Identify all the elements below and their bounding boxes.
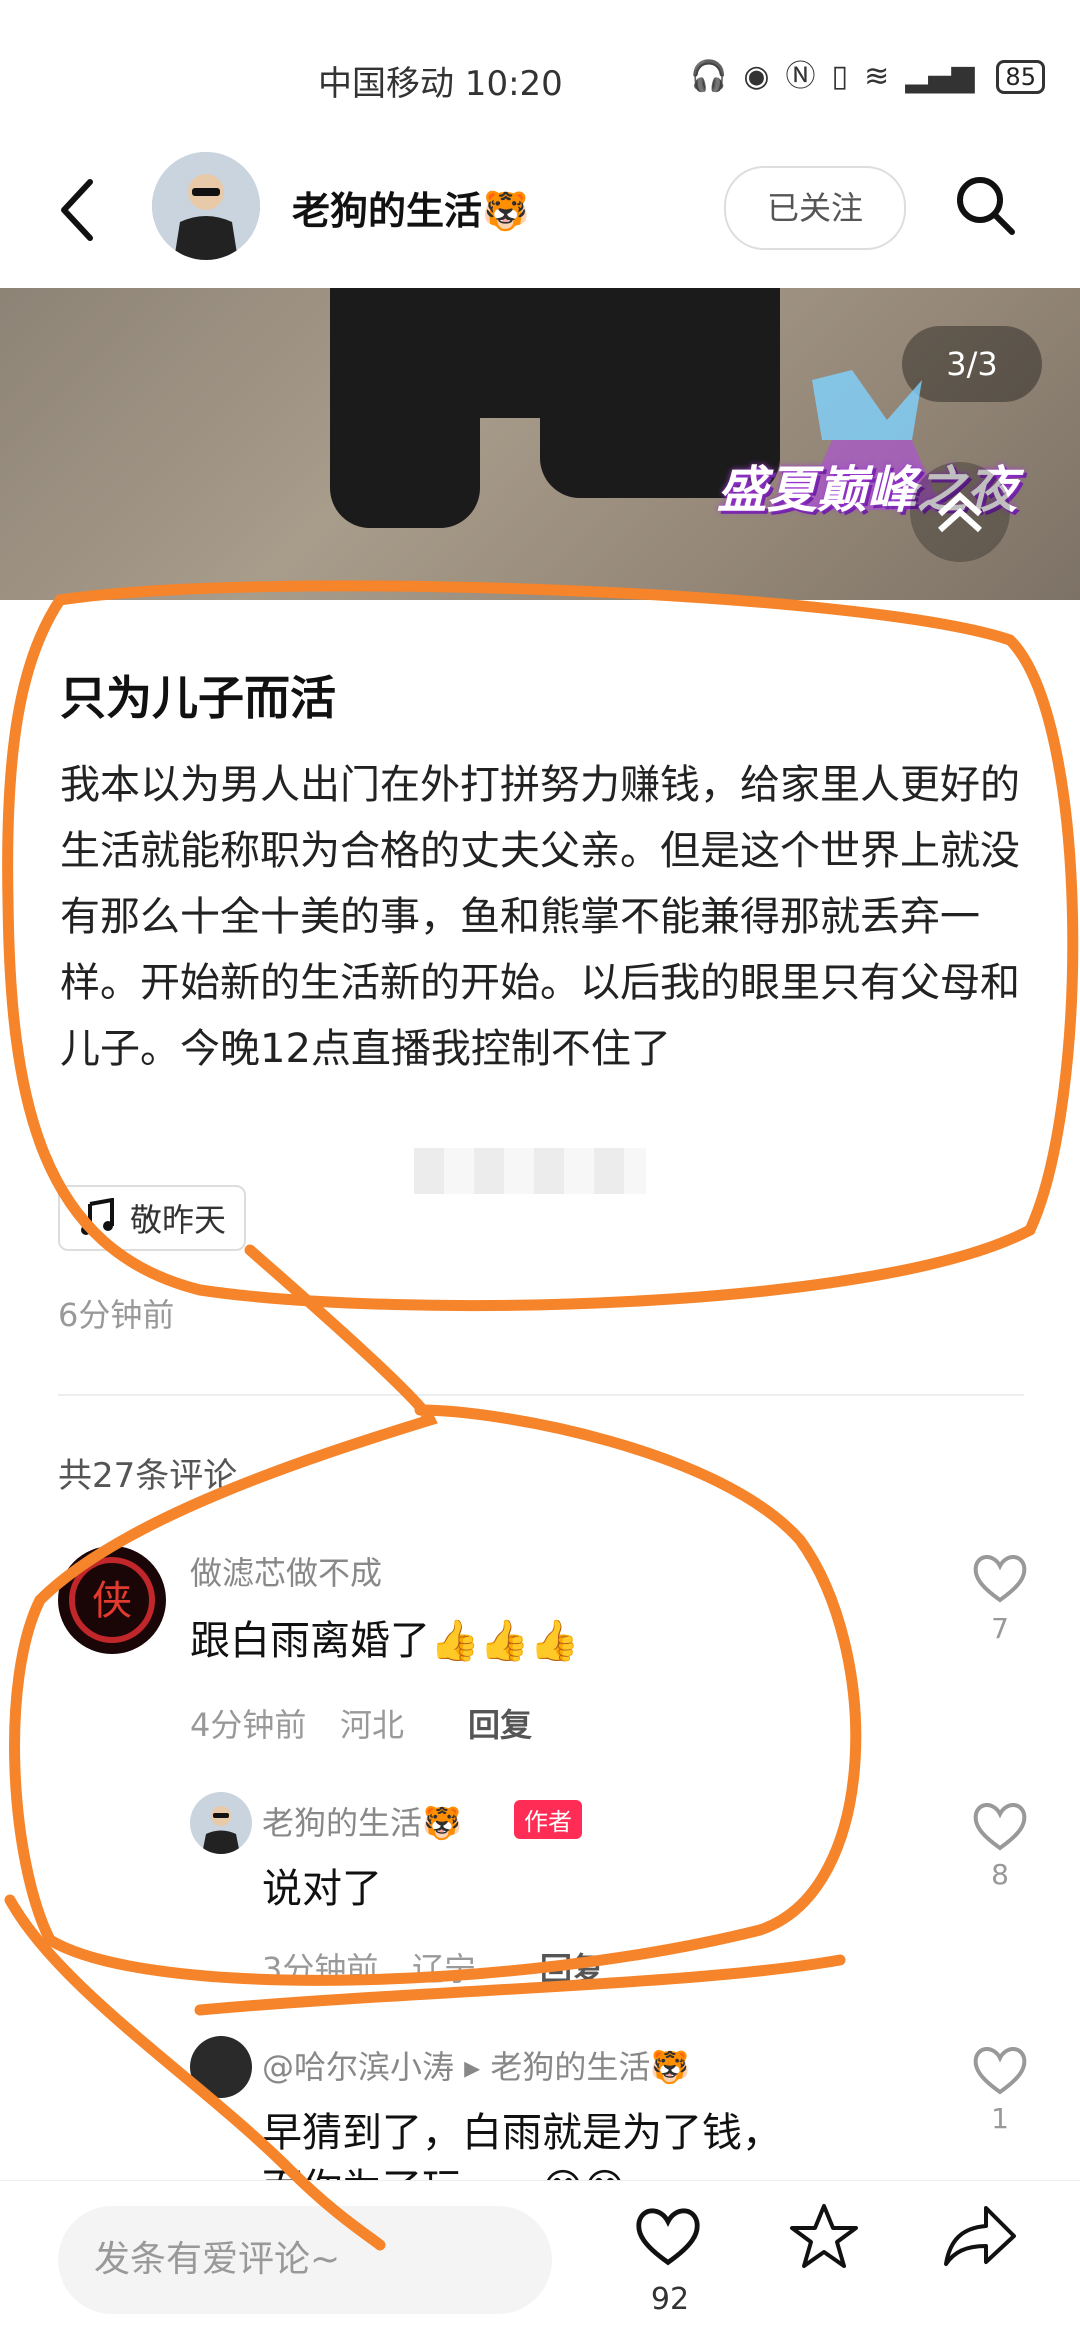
collapse-button[interactable] (910, 462, 1010, 562)
search-button[interactable] (952, 172, 1018, 238)
eye-icon: ◉ (743, 59, 770, 94)
reply-button[interactable]: 回复 (540, 1944, 604, 1990)
back-button[interactable] (50, 170, 110, 250)
vibrate-icon: ▯ (831, 59, 849, 94)
nfc-icon: Ⓝ (785, 59, 816, 94)
comment-avatar[interactable]: 侠 (58, 1546, 166, 1654)
music-note-icon (81, 1198, 114, 1235)
like-count: 92 (650, 2282, 690, 2317)
search-icon (957, 177, 1015, 235)
comment-input[interactable]: 发条有爱评论~ (58, 2206, 552, 2314)
heart-icon (973, 2047, 1027, 2095)
headphones-icon: 🎧 (690, 59, 728, 94)
comment-location: 河北 (340, 1706, 405, 1744)
comment-like-count: 1 (991, 2102, 1009, 2135)
comment-like-button[interactable] (970, 2040, 1030, 2100)
music-tag[interactable]: 敬昨天 (58, 1185, 247, 1251)
author-name[interactable]: 老狗的生活🐯 (292, 180, 529, 235)
reply-avatar[interactable] (190, 1792, 252, 1854)
comment-author[interactable]: 做滤芯做不成 (190, 1548, 382, 1594)
reply-button[interactable]: 回复 (468, 1700, 532, 1746)
author-badge: 作者 (514, 1800, 582, 1839)
divider (58, 1394, 1024, 1396)
author-avatar[interactable] (152, 152, 260, 260)
comment-author[interactable]: @哈尔滨小涛 ▸ 老狗的生活🐯 (262, 2042, 690, 2088)
heart-icon (636, 2208, 700, 2266)
star-icon (790, 2204, 858, 2268)
share-arrow-icon (944, 2206, 1016, 2266)
comment-text: 早猜到了，白雨就是为了钱， (262, 2110, 782, 2156)
signal-icon: ▂▄▆ (905, 59, 975, 94)
comment-like-button[interactable] (970, 1796, 1030, 1856)
heart-icon (973, 1555, 1027, 1603)
reply-avatar[interactable] (190, 2036, 252, 2098)
follow-button[interactable]: 已关注 (724, 166, 906, 250)
music-label: 敬昨天 (130, 1201, 227, 1239)
post-body: 我本以为男人出门在外打拼努力赚钱，给家里人更好的生活就能称职为合格的丈夫父亲。但… (60, 762, 1020, 1072)
post-time: 6分钟前 (58, 1296, 175, 1334)
comment-time: 3分钟前 (262, 1950, 379, 1988)
share-button[interactable] (942, 2200, 1018, 2272)
comment-like-button[interactable] (970, 1548, 1030, 1608)
comment-like-count: 7 (991, 1612, 1009, 1645)
comment-author[interactable]: 老狗的生活🐯 (262, 1798, 462, 1844)
collect-button[interactable] (788, 2200, 860, 2272)
comment-count: 共27条评论 (58, 1456, 238, 1496)
battery-indicator: 85 (996, 60, 1045, 94)
comment-like-count: 8 (991, 1858, 1009, 1891)
heart-icon (973, 1803, 1027, 1851)
comment-time: 4分钟前 (190, 1706, 307, 1744)
comment-text: 说对了 (262, 1866, 382, 1912)
like-button[interactable] (632, 2200, 704, 2272)
carrier-time: 中国移动 10:20 (318, 64, 563, 104)
comment-text: 跟白雨离婚了👍👍👍 (190, 1618, 580, 1664)
chevron-left-icon (61, 179, 93, 241)
wifi-icon: ≋ (864, 59, 890, 94)
comment-location: 辽宁 (412, 1950, 477, 1988)
chevron-up-icon (937, 491, 983, 533)
blurred-text (414, 1148, 646, 1194)
svg-text:侠: 侠 (92, 1578, 132, 1624)
post-title: 只为儿子而活 (60, 671, 336, 725)
status-icons: 🎧 ◉ Ⓝ ▯ ≋ ▂▄▆ 85 (690, 60, 1045, 94)
